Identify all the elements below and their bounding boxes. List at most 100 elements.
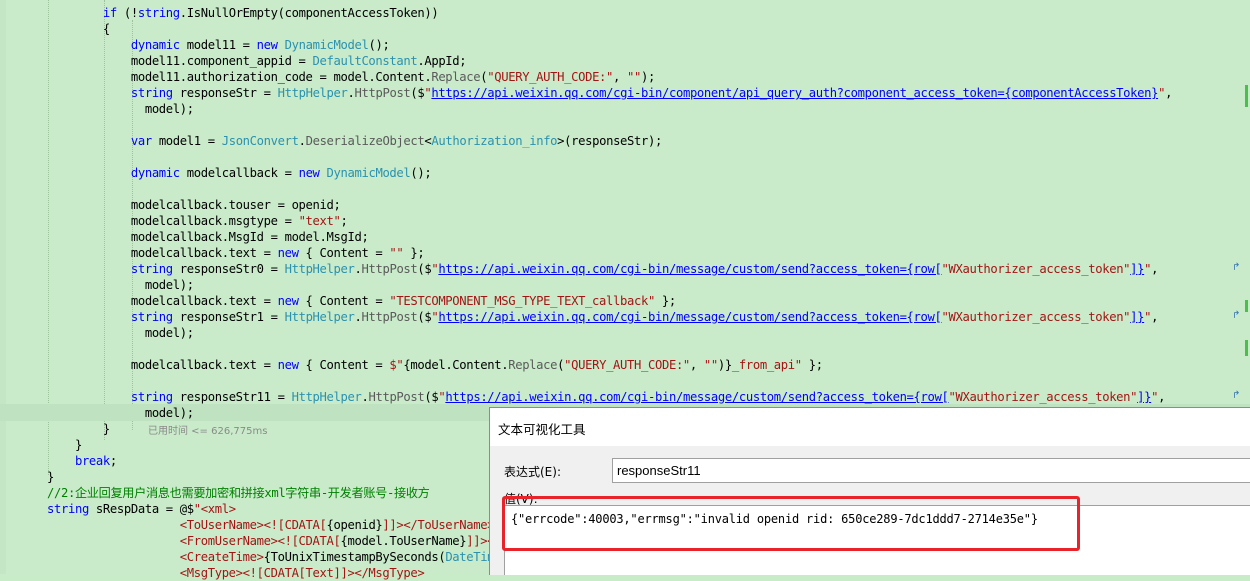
code-line[interactable]: <ToUserName><![CDATA[{openid}]]></ToUser… [47,517,495,533]
quick-action-icon[interactable]: ↱ [1232,310,1240,321]
code-line[interactable]: modelcallback.text = new { Content = $"{… [47,357,823,373]
code-line[interactable]: dynamic modelcallback = new DynamicModel… [47,165,432,181]
code-token: <FromUserName><![CDATA[ [47,534,341,548]
code-token: model11 = [179,38,257,52]
code-line[interactable]: string responseStr11 = HttpHelper.HttpPo… [47,389,1166,405]
code-token: modelcallback.touser = openid; [47,198,341,212]
code-line[interactable]: dynamic model11 = new DynamicModel(); [47,37,390,53]
code-token: ]]></ToUserName> [382,518,495,532]
code-line[interactable]: break; [47,453,117,469]
code-token: dynamic [130,166,180,180]
code-line[interactable]: string responseStr1 = HttpHelper.HttpPos… [47,309,1159,325]
code-line[interactable]: string responseStr = HttpHelper.HttpPost… [47,85,1173,101]
code-line[interactable]: if (!string.IsNullOrEmpty(componentAcces… [47,5,439,21]
code-line[interactable]: var model1 = JsonConvert.DeserializeObje… [47,133,662,149]
code-token: }; [801,358,823,372]
code-token: ($ [424,390,439,404]
code-token: string [130,262,173,276]
code-token: "QUERY_AUTH_CODE:" [564,358,690,372]
code-token: } [47,438,82,452]
code-token: (); [368,38,390,52]
highlight-annotation-box [502,496,1080,551]
code-line[interactable]: model11.component_appid = DefaultConstan… [47,53,467,69]
code-token: new [298,166,320,180]
code-token: DeserializeObject [305,134,425,148]
code-line[interactable]: modelcallback.touser = openid; [47,197,341,213]
code-token: ; [109,454,117,468]
code-token: .IsNullOrEmpty(componentAccessToken)) [179,6,439,20]
code-token: sRespData = @$ [88,502,194,516]
code-token: } [47,422,110,436]
code-token: modelcallback.MsgId = model.MsgId; [47,230,369,244]
code-token: } [47,470,54,484]
code-token: DefaultConstant [312,54,418,68]
code-token: string [137,6,180,20]
code-token: responseStr1 = [172,310,285,324]
code-token: ]} [1130,262,1145,276]
code-token: string [130,390,173,404]
code-token: model); [47,406,194,420]
code-token: )} [717,358,732,372]
dialog-title: 文本可视化工具 [498,422,586,437]
code-token: {model.ToUserName} [340,534,467,548]
code-token: ]} [1130,310,1145,324]
code-line[interactable]: modelcallback.text = new { Content = "TE… [47,293,676,309]
code-token: new [256,38,278,52]
code-token: $" [389,358,404,372]
code-line[interactable]: model); [47,405,194,421]
code-token: model); [47,102,194,116]
expression-input[interactable] [617,462,1217,479]
code-line[interactable]: } [47,421,110,437]
code-line[interactable]: model11.authorization_code = model.Conte… [47,69,655,85]
expression-field[interactable] [612,458,1250,483]
code-token: . [347,86,355,100]
expression-label: 表达式(E): [504,465,561,479]
code-token: https://api.weixin.qq.com/cgi-bin/compon… [431,86,1159,100]
quick-action-icon[interactable]: ↱ [1232,262,1240,273]
code-token: . [354,262,362,276]
code-token: , [1151,262,1159,276]
code-token: string [130,310,173,324]
code-line[interactable]: modelcallback.MsgId = model.MsgId; [47,229,369,245]
code-line[interactable]: modelcallback.msgtype = "text"; [47,213,348,229]
code-line[interactable]: model); [47,101,194,117]
code-line[interactable]: string sRespData = @$"<xml> [47,501,236,517]
code-token: https://api.weixin.qq.com/cgi-bin/messag… [445,390,949,404]
code-line[interactable]: //2:企业回复用户消息也需要加密和拼接xml字符串-开发者账号-接收方 [47,485,430,501]
code-line[interactable]: model); [47,277,194,293]
code-line[interactable]: model); [47,325,194,341]
editor-gutter [0,0,6,574]
dialog-title-bar[interactable]: 文本可视化工具 [490,408,1250,446]
code-token: "<xml> [193,502,236,516]
code-token: HttpPost [361,262,418,276]
code-token: break [74,454,110,468]
code-token: HttpPost [361,310,418,324]
code-line[interactable]: } [47,469,54,485]
code-token: "WXauthorizer_access_token" [941,262,1131,276]
quick-action-icon[interactable]: ↱ [1232,390,1240,401]
code-token: "" [627,70,641,84]
code-line[interactable]: modelcallback.text = new { Content = "" … [47,245,425,261]
code-token: { Content = [298,246,390,260]
code-token: { Content = [298,294,390,308]
code-line[interactable]: string responseStr0 = HttpHelper.HttpPos… [47,261,1159,277]
code-token: , [1158,390,1166,404]
code-token: Authorization_info [431,134,558,148]
code-token: HttpHelper [284,310,355,324]
code-token: .AppId; [417,54,467,68]
code-line[interactable]: } [47,437,82,453]
code-token: ]} [1137,390,1152,404]
code-line[interactable]: { [47,21,110,37]
code-token: https://api.weixin.qq.com/cgi-bin/messag… [438,310,942,324]
code-line[interactable]: <MsgType><![CDATA[Text]]></MsgType> [47,565,425,581]
code-token: ($ [417,262,432,276]
code-token: , [1165,86,1173,100]
code-token: Replace [508,358,558,372]
code-token: modelcallback = [179,166,299,180]
code-token: >(responseStr); [557,134,662,148]
code-token: DynamicModel [284,38,369,52]
